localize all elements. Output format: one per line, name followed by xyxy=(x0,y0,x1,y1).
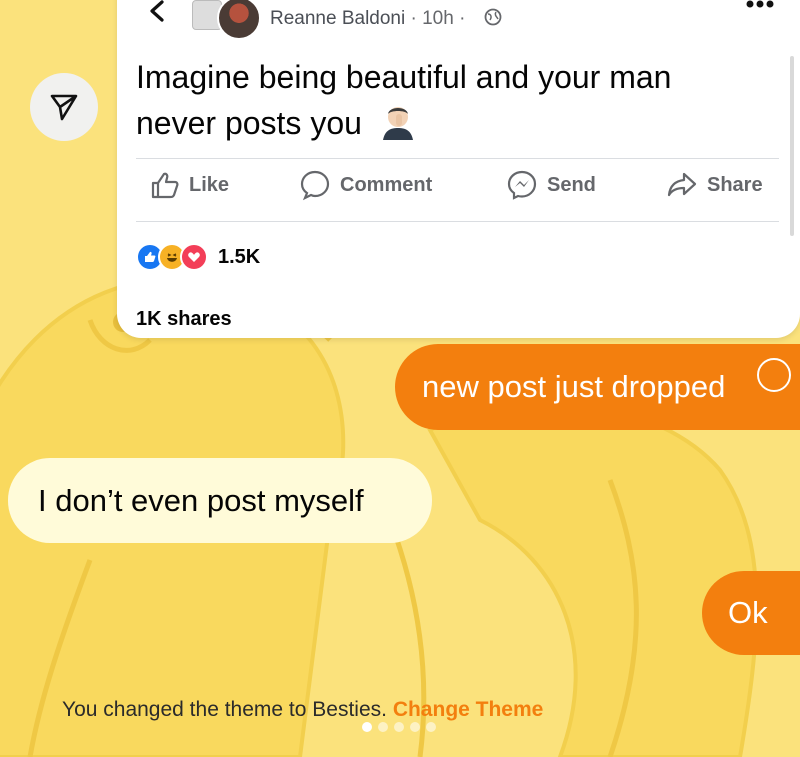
messenger-icon xyxy=(507,170,537,200)
share-message-button[interactable] xyxy=(30,73,98,141)
page-indicator xyxy=(362,722,436,732)
message-bubble-incoming[interactable]: I don’t even post myself xyxy=(8,458,432,543)
post-header: Reanne Baldoni · 10h · xyxy=(117,0,800,40)
author-name[interactable]: Reanne Baldoni xyxy=(270,8,405,29)
theme-note-text: You changed the theme to Besties. xyxy=(62,698,387,721)
page-dot xyxy=(362,722,372,732)
share-arrow-icon xyxy=(50,94,78,121)
page-dot xyxy=(394,722,404,732)
like-icon xyxy=(151,172,179,199)
share-icon xyxy=(667,172,697,197)
comment-button[interactable]: Comment xyxy=(299,161,432,209)
share-label: Share xyxy=(707,173,763,196)
reaction-summary[interactable]: 1.5K xyxy=(136,242,260,272)
share-button[interactable]: Share xyxy=(666,161,763,209)
message-bubble-outgoing[interactable]: new post just dropped xyxy=(395,344,800,430)
share-count[interactable]: 1K shares xyxy=(136,308,232,331)
globe-icon xyxy=(484,8,502,26)
message-bubble-outgoing[interactable]: Ok xyxy=(702,571,800,655)
message-text: new post just dropped xyxy=(422,369,726,404)
author-avatar[interactable] xyxy=(217,0,261,40)
reaction-count: 1.5K xyxy=(218,245,261,268)
message-text: Ok xyxy=(728,595,768,630)
seen-indicator xyxy=(757,358,791,392)
face-palm-emoji xyxy=(382,107,413,140)
change-theme-link[interactable]: Change Theme xyxy=(393,698,544,721)
scrollbar[interactable] xyxy=(790,56,794,236)
page-dot xyxy=(378,722,388,732)
more-icon[interactable] xyxy=(745,0,775,10)
post-author-line: Reanne Baldoni · 10h · xyxy=(270,8,465,30)
theme-change-notice: You changed the theme to Besties. Change… xyxy=(62,698,543,722)
send-label: Send xyxy=(547,173,596,196)
back-chevron-icon[interactable] xyxy=(147,0,167,22)
comment-label: Comment xyxy=(340,173,433,196)
love-reaction-icon xyxy=(180,243,208,271)
divider-top xyxy=(136,158,779,159)
post-meta: · 10h · xyxy=(410,8,466,29)
post-actions: Like Comment Send Share xyxy=(136,161,779,209)
send-button[interactable]: Send xyxy=(506,161,596,209)
like-label: Like xyxy=(189,173,230,196)
page-dot xyxy=(426,722,436,732)
message-text: I don’t even post myself xyxy=(38,482,364,518)
divider-bottom xyxy=(136,221,779,222)
page-dot xyxy=(410,722,420,732)
post-text: Imagine being beautiful and your man nev… xyxy=(136,54,696,146)
shared-post-card[interactable]: Reanne Baldoni · 10h · Imagine being bea… xyxy=(117,0,800,338)
comment-icon xyxy=(300,170,330,201)
like-button[interactable]: Like xyxy=(150,161,229,209)
